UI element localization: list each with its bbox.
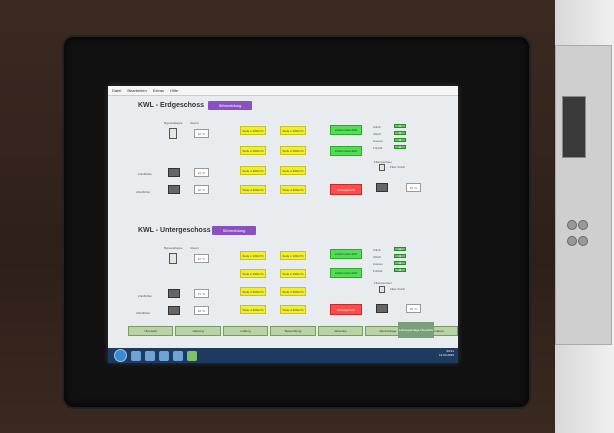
- status-tag[interactable]: Störmeldung: [212, 226, 256, 235]
- stage-button[interactable]: Stufe 3 300m³/h: [280, 287, 306, 296]
- mode-on-button[interactable]: Lüftermodus EIN: [330, 268, 362, 278]
- fan1-label: Zuluftlüfter: [138, 172, 153, 176]
- value-box: 12 °C: [194, 129, 209, 138]
- fan-icon[interactable]: [168, 306, 180, 315]
- stage-button[interactable]: Stufe 1 100m³/h: [280, 126, 306, 135]
- nav-badge[interactable]: Lüftungsanlage Übersicht: [398, 322, 434, 338]
- stage-button[interactable]: Stufe 2 200m³/h: [240, 269, 266, 278]
- panel-key[interactable]: [567, 236, 577, 246]
- stage-button[interactable]: Stufe 4 400m³/h: [280, 305, 306, 314]
- fan2-label: Abluftlüfter: [136, 190, 151, 194]
- status-label: Zuluft: [373, 125, 381, 129]
- section-title-untergeschoss: KWL - Untergeschoss: [138, 227, 211, 234]
- panel-display: [562, 96, 586, 158]
- device-value-label: Istwert: [190, 246, 199, 250]
- stage-button[interactable]: Stufe 2 200m³/h: [280, 269, 306, 278]
- menu-item-extras[interactable]: Extras: [153, 88, 164, 93]
- fan-icon[interactable]: [376, 304, 388, 313]
- panel-key[interactable]: [578, 220, 588, 230]
- clock-date: 12.03.2015: [438, 353, 454, 357]
- fan2-label: Abluftlüfter: [136, 311, 151, 315]
- fan1-label: Zuluftlüfter: [138, 294, 153, 298]
- fan-icon[interactable]: [376, 183, 388, 192]
- touch-screen: Datei Bearbeiten Extras Hilfe KWL - Erdg…: [108, 86, 458, 363]
- status-badge: ok: [394, 261, 406, 265]
- device-label: Bypassklappe: [164, 246, 183, 250]
- stage-button[interactable]: Stufe 4 400m³/h: [240, 305, 266, 314]
- menu-bar: Datei Bearbeiten Extras Hilfe: [108, 86, 458, 96]
- filter-icon[interactable]: [379, 286, 385, 293]
- nav-button[interactable]: Heizung: [175, 326, 221, 336]
- fault-off-button[interactable]: Störung AUS: [330, 184, 362, 195]
- stage-button[interactable]: Stufe 1 100m³/h: [280, 251, 306, 260]
- right-label: Filter Zuluft: [390, 287, 406, 291]
- value-box: 21 °C: [194, 168, 209, 177]
- menu-item-help[interactable]: Hilfe: [170, 88, 178, 93]
- status-badge: ok: [394, 268, 406, 272]
- value-box: 21 °C: [194, 289, 209, 298]
- nav-button[interactable]: Beleuchtung: [270, 326, 316, 336]
- status-label: Fortluft: [373, 146, 383, 150]
- status-label: Aussen: [373, 262, 384, 266]
- value-box: 22 °C: [406, 304, 421, 313]
- fan-icon[interactable]: [168, 289, 180, 298]
- status-badge: ok: [394, 254, 406, 258]
- stage-button[interactable]: Stufe 2 200m³/h: [240, 146, 266, 155]
- device-value-label: Istwert: [190, 121, 199, 125]
- stage-button[interactable]: Stufe 3 300m³/h: [240, 166, 266, 175]
- stage-button[interactable]: Stufe 4 400m³/h: [240, 185, 266, 194]
- value-box: 12 °C: [194, 254, 209, 263]
- device-label: Bypassklappe: [164, 121, 183, 125]
- right-label: Filter Zuluft: [390, 165, 406, 169]
- status-label: Abluft: [373, 255, 381, 259]
- status-label: Fortluft: [373, 269, 383, 273]
- mode-on-button[interactable]: Lüftermodus EIN: [330, 146, 362, 156]
- bypass-device-icon[interactable]: [169, 128, 177, 139]
- right-label: Filterwechsel: [374, 281, 392, 285]
- media-icon[interactable]: [145, 350, 155, 361]
- menu-item-file[interactable]: Datei: [112, 88, 121, 93]
- nav-button[interactable]: Jalousien: [317, 326, 364, 336]
- nav-button[interactable]: Übersicht: [128, 326, 174, 336]
- fan-icon[interactable]: [168, 185, 180, 194]
- taskbar: [108, 348, 458, 363]
- stage-button[interactable]: Stufe 4 400m³/h: [280, 185, 306, 194]
- clock[interactable]: 09:41 12.03.2015: [439, 349, 454, 357]
- app-icon[interactable]: [173, 350, 183, 361]
- value-box: 22 °C: [406, 183, 421, 192]
- status-tag[interactable]: Störmeldung: [208, 101, 252, 110]
- status-label: Zuluft: [373, 248, 381, 252]
- nav-button[interactable]: Lüftung: [222, 326, 269, 336]
- panel-key[interactable]: [567, 220, 577, 230]
- status-label: Abluft: [373, 132, 381, 136]
- visu-app-icon[interactable]: [187, 350, 197, 361]
- value-box: 22 °C: [194, 185, 209, 194]
- fault-off-button[interactable]: Störung AUS: [330, 304, 362, 315]
- stage-button[interactable]: Stufe 3 300m³/h: [280, 166, 306, 175]
- section-title-erdgeschoss: KWL - Erdgeschoss: [138, 102, 204, 109]
- mode-on-button[interactable]: Lüftermodus EIN: [330, 249, 362, 259]
- mode-on-button[interactable]: Lüftermodus EIN: [330, 125, 362, 135]
- stage-button[interactable]: Stufe 1 100m³/h: [240, 126, 266, 135]
- status-badge: ok: [394, 145, 406, 149]
- folder-icon[interactable]: [131, 350, 141, 361]
- fan-icon[interactable]: [168, 168, 180, 177]
- value-box: 22 °C: [194, 306, 209, 315]
- start-button-icon[interactable]: [114, 349, 127, 362]
- stage-button[interactable]: Stufe 3 300m³/h: [240, 287, 266, 296]
- menu-item-edit[interactable]: Bearbeiten: [127, 88, 146, 93]
- status-badge: ok: [394, 124, 406, 128]
- wall-control-panel: [555, 45, 612, 345]
- status-badge: ok: [394, 138, 406, 142]
- browser-icon[interactable]: [159, 350, 169, 361]
- bypass-device-icon[interactable]: [169, 253, 177, 264]
- stage-button[interactable]: Stufe 1 100m³/h: [240, 251, 266, 260]
- filter-icon[interactable]: [379, 164, 385, 171]
- status-label: Aussen: [373, 139, 384, 143]
- status-badge: ok: [394, 131, 406, 135]
- stage-button[interactable]: Stufe 2 200m³/h: [280, 146, 306, 155]
- status-badge: ok: [394, 247, 406, 251]
- panel-key[interactable]: [578, 236, 588, 246]
